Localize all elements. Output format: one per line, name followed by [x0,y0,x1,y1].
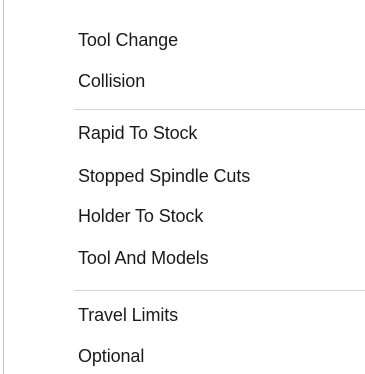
menu-item-label: Collision [78,71,146,91]
menu-separator [74,290,365,291]
menu-item-label: Travel Limits [78,305,179,325]
menu-item-travel-limits[interactable]: Travel Limits [4,298,365,332]
menu-item-label: Stopped Spindle Cuts [78,166,251,186]
menu-item-tool-and-models[interactable]: Tool And Models [4,241,365,275]
menu-item-collision[interactable]: Collision [4,64,365,98]
menu-separator [74,109,365,110]
context-menu: Tool Change Collision Rapid To Stock Sto… [0,0,365,374]
menu-item-label: Tool And Models [78,248,209,268]
menu-item-tool-change[interactable]: Tool Change [4,23,365,57]
menu-item-label: Tool Change [78,30,178,50]
menu-item-stopped-spindle-cuts[interactable]: Stopped Spindle Cuts [4,159,365,193]
menu-item-label: Rapid To Stock [78,123,198,143]
menu-item-holder-to-stock[interactable]: Holder To Stock [4,199,365,233]
menu-item-optional[interactable]: Optional [4,339,365,373]
menu-item-label: Optional [78,346,145,366]
menu-item-rapid-to-stock[interactable]: Rapid To Stock [4,116,365,150]
menu-item-label: Holder To Stock [78,206,204,226]
